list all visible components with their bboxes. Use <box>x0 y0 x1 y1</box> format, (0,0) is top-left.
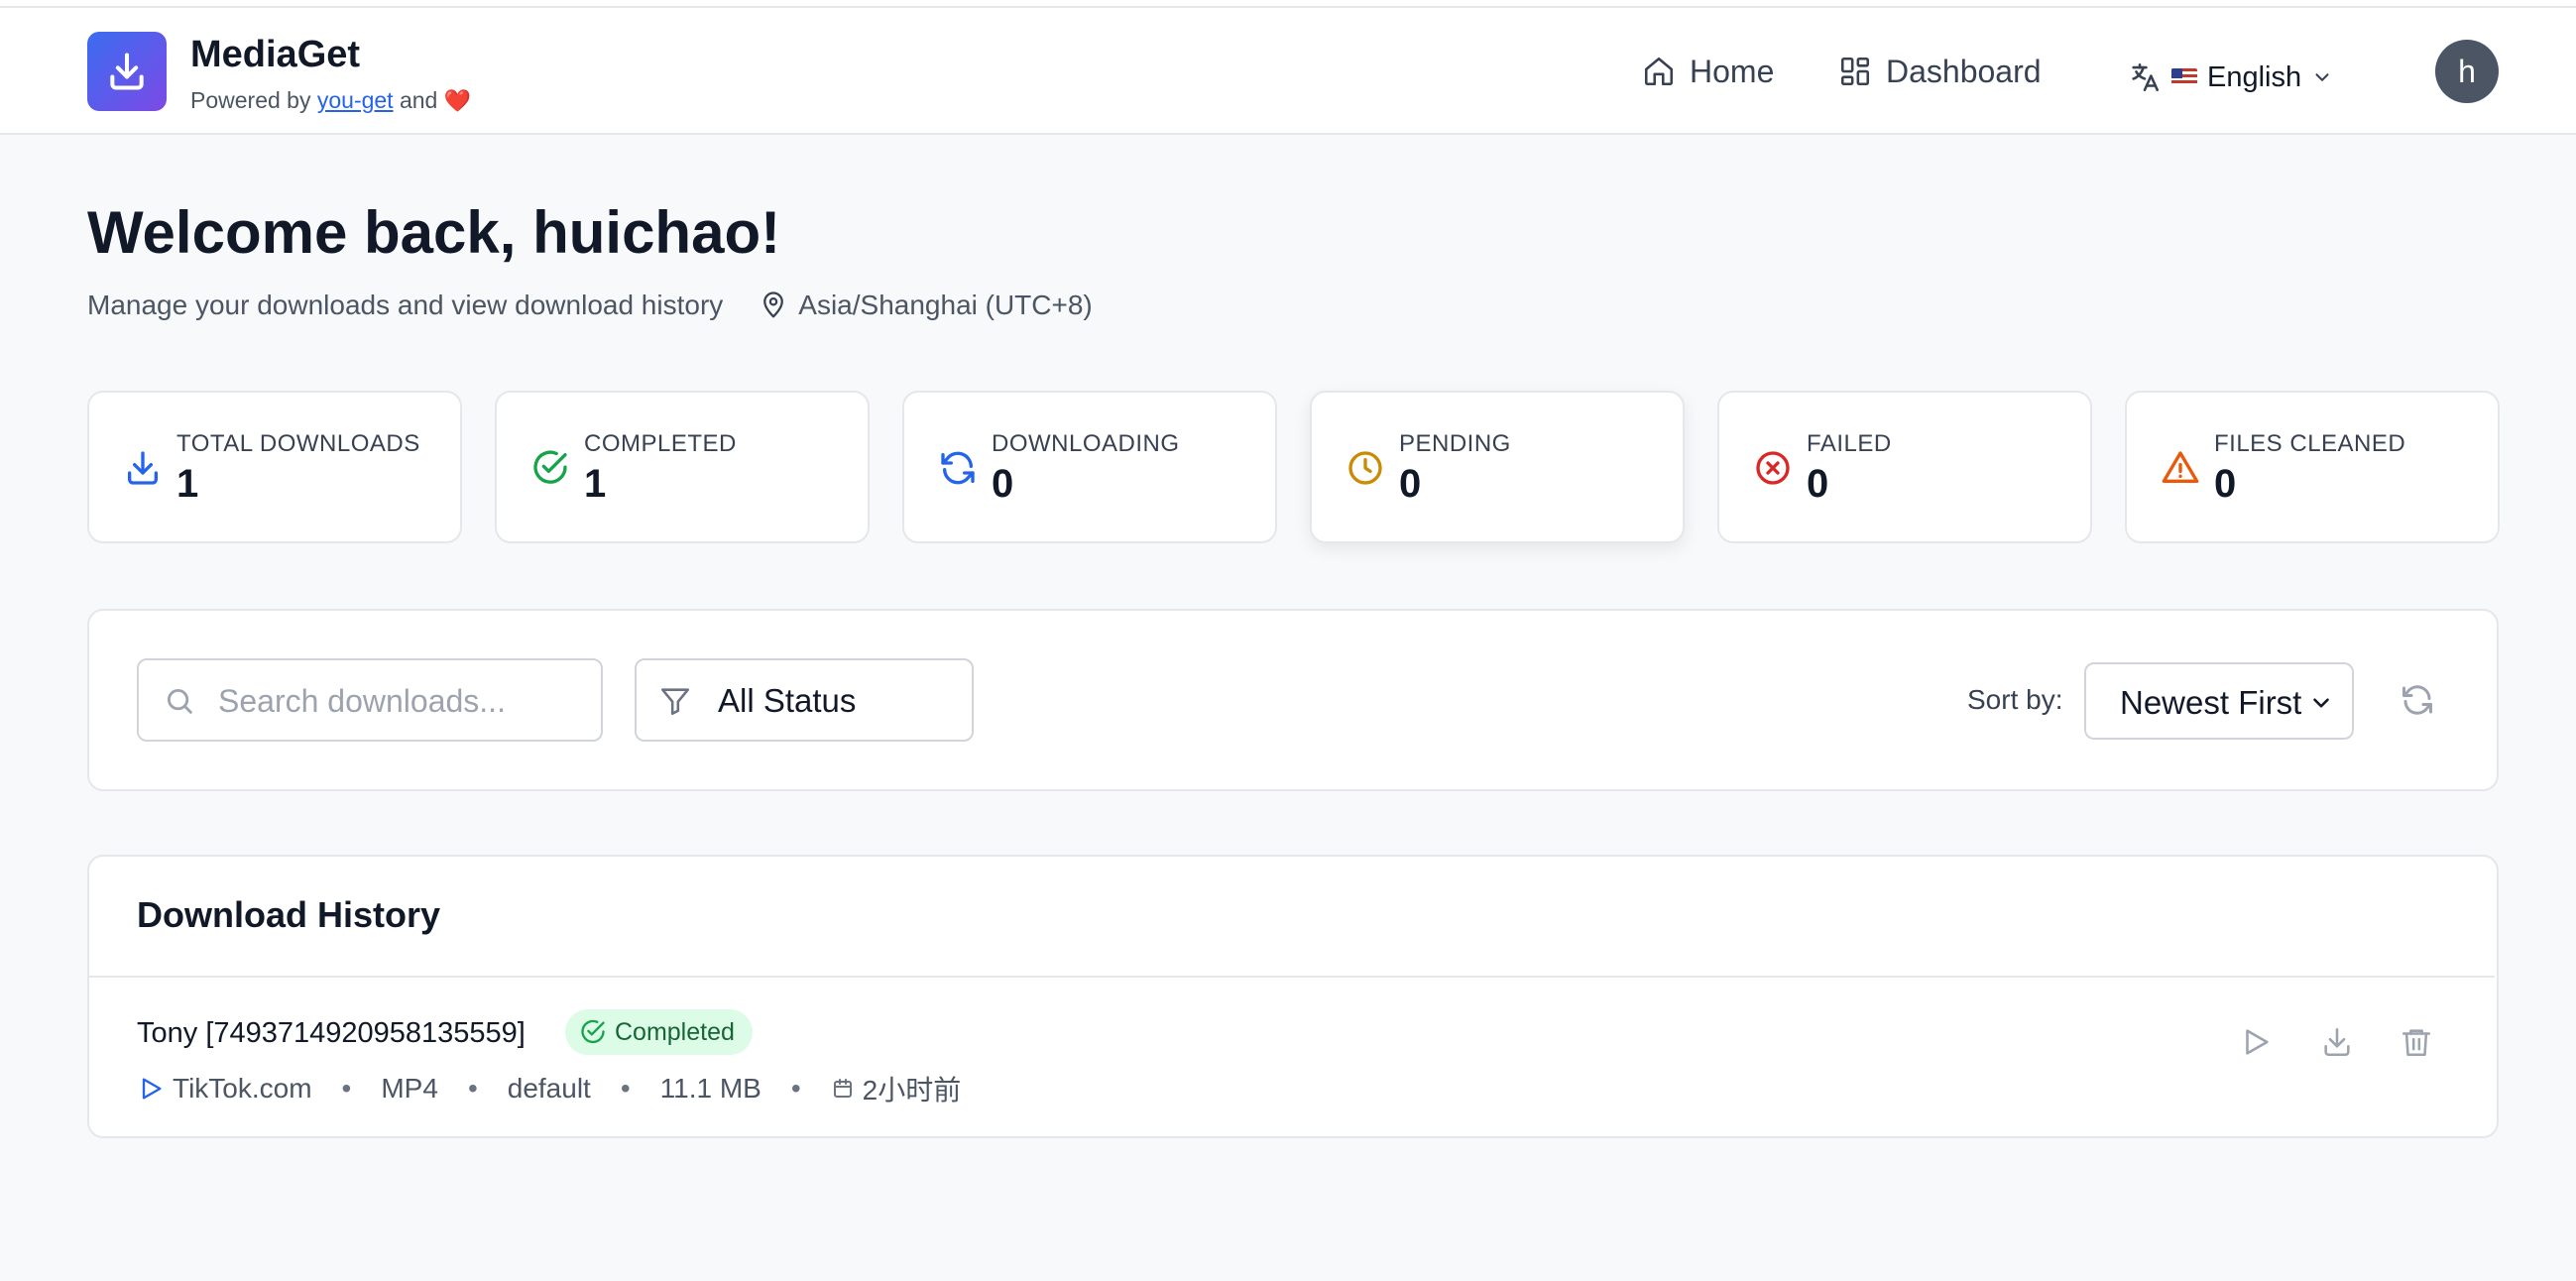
calendar-icon <box>833 1079 852 1098</box>
clock-icon <box>1348 451 1382 485</box>
timezone-label: Asia/Shanghai (UTC+8) <box>798 290 1093 320</box>
brand-name: MediaGet <box>190 34 361 75</box>
file-size: 11.1 MB <box>659 1073 761 1104</box>
search-icon <box>167 688 192 714</box>
download-time-label: 2小时前 <box>862 1075 962 1106</box>
stat-label: COMPLETED <box>584 430 737 457</box>
check-circle-icon <box>581 1019 605 1044</box>
stat-label: FILES CLEANED <box>2214 430 2406 457</box>
stat-value: 0 <box>2214 462 2237 506</box>
stat-total-downloads: TOTAL DOWNLOADS 1 <box>87 391 462 543</box>
status-filter-value: All Status <box>718 682 857 719</box>
app-header: MediaGet Powered by you-get and ❤️ Home … <box>0 8 2576 135</box>
stat-pending: PENDING 0 <box>1310 391 1685 543</box>
language-label: English <box>2207 60 2302 93</box>
stat-value: 1 <box>584 462 607 506</box>
filter-icon <box>660 688 690 716</box>
stat-label: PENDING <box>1399 430 1511 457</box>
logo[interactable] <box>87 32 167 111</box>
stat-value: 1 <box>176 462 199 506</box>
refresh-icon[interactable] <box>2400 682 2435 718</box>
dashboard-icon <box>1840 57 1870 86</box>
nav-dashboard[interactable]: Dashboard <box>1838 52 2042 91</box>
status-filter[interactable]: All Status <box>635 658 974 742</box>
download-item-meta: TikTok.com • MP4 • default • 11.1 MB • 2… <box>137 1069 961 1108</box>
nav-dashboard-label: Dashboard <box>1886 53 2042 89</box>
refresh-icon <box>941 451 975 485</box>
sort-label: Sort by: <box>1967 684 2063 715</box>
home-icon <box>1644 57 1674 86</box>
delete-button[interactable] <box>2400 1025 2433 1059</box>
source-site: TikTok.com <box>137 1073 312 1105</box>
stat-label: FAILED <box>1807 430 1892 457</box>
stat-completed: COMPLETED 1 <box>495 391 870 543</box>
translate-icon <box>2132 62 2160 92</box>
download-button[interactable] <box>2320 1025 2354 1059</box>
top-edge <box>0 0 2576 8</box>
download-history-title: Download History <box>137 894 441 935</box>
user-avatar[interactable]: h <box>2435 40 2499 103</box>
quality: default <box>507 1073 591 1104</box>
source-site-label: TikTok.com <box>173 1073 312 1104</box>
page-title: Welcome back, huichao! <box>87 199 781 266</box>
download-time: 2小时前 <box>831 1069 962 1108</box>
stat-failed: FAILED 0 <box>1717 391 2092 543</box>
stat-label: TOTAL DOWNLOADS <box>176 430 420 457</box>
download-item-title: Tony [7493714920958135559] <box>137 1017 526 1049</box>
stat-value: 0 <box>1807 462 1829 506</box>
separator: • <box>467 1073 478 1104</box>
separator: • <box>620 1073 631 1104</box>
search-input[interactable] <box>218 674 585 728</box>
brand-subtitle: Powered by you-get and ❤️ <box>190 87 471 114</box>
stat-files-cleaned: FILES CLEANED 0 <box>2125 391 2500 543</box>
timezone: Asia/Shanghai (UTC+8) <box>759 290 1093 321</box>
stat-label: DOWNLOADING <box>992 430 1180 457</box>
language-selector[interactable]: English <box>2128 58 2333 97</box>
chevron-down-icon <box>2313 698 2329 708</box>
nav-home[interactable]: Home <box>1642 52 1774 91</box>
separator: • <box>341 1073 352 1104</box>
warning-icon <box>2162 451 2199 483</box>
stat-value: 0 <box>1399 462 1422 506</box>
us-flag-icon <box>2171 68 2197 86</box>
powered-suffix: and <box>399 87 438 113</box>
status-badge: Completed <box>565 1009 753 1055</box>
powered-prefix: Powered by <box>190 87 311 113</box>
file-format: MP4 <box>381 1073 438 1104</box>
play-button[interactable] <box>2239 1025 2273 1059</box>
chevron-down-icon <box>2315 73 2329 81</box>
sort-select-value: Newest First <box>2120 684 2302 721</box>
map-pin-icon <box>763 291 784 318</box>
download-icon <box>128 451 158 485</box>
search-box[interactable] <box>137 658 603 742</box>
you-get-link[interactable]: you-get <box>317 87 394 113</box>
check-circle-icon <box>533 450 567 484</box>
stat-downloading: DOWNLOADING 0 <box>902 391 1277 543</box>
page-subtitle-row: Manage your downloads and view download … <box>87 290 1093 321</box>
heart-icon: ❤️ <box>443 88 472 113</box>
sort-select[interactable]: Newest First <box>2084 662 2354 740</box>
play-icon <box>142 1078 162 1100</box>
x-circle-icon <box>1756 451 1790 485</box>
stat-value: 0 <box>992 462 1014 506</box>
separator: • <box>790 1073 801 1104</box>
status-badge-label: Completed <box>615 1017 735 1046</box>
nav-home-label: Home <box>1690 53 1775 89</box>
download-icon <box>110 53 144 90</box>
divider <box>89 976 2495 978</box>
page-subtitle: Manage your downloads and view download … <box>87 290 724 320</box>
